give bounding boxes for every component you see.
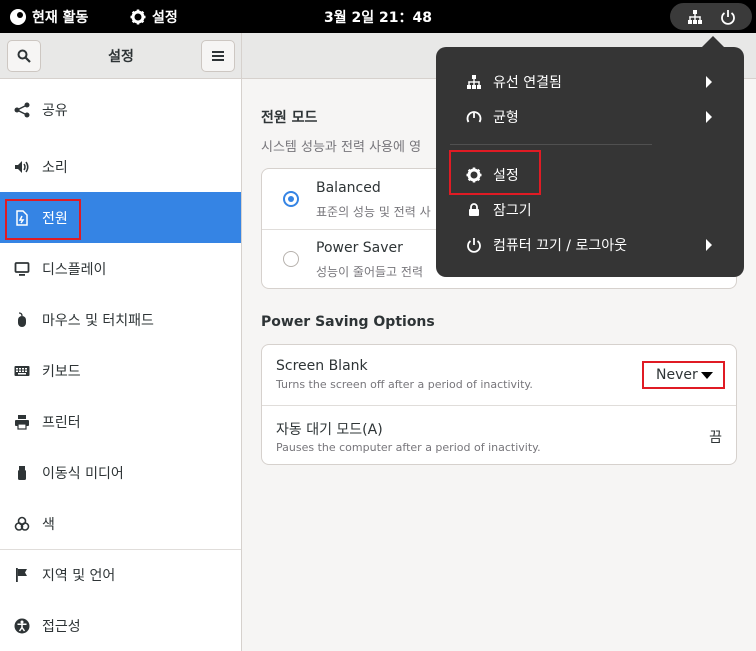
flag-icon	[14, 567, 30, 583]
sidebar-item-color[interactable]: 색	[0, 498, 241, 549]
submenu-arrow-icon	[706, 239, 712, 251]
sidebar-item-sharing[interactable]: 공유	[0, 79, 241, 141]
sidebar-item-region-language[interactable]: 지역 및 언어	[0, 549, 241, 600]
sidebar-item-sound[interactable]: 소리	[0, 141, 241, 192]
power-icon	[466, 237, 482, 253]
caret-down-icon	[701, 372, 713, 379]
power-saver-desc: 성능이 줄어들고 전력	[316, 265, 423, 279]
gnome-logo-icon	[10, 8, 26, 25]
popup-pointer	[702, 36, 724, 47]
menu-separator	[450, 144, 652, 145]
network-wired-icon	[466, 74, 482, 90]
menu-item-label: 균형	[493, 109, 519, 126]
system-menu-popup: 유선 연결됨 균형 설정 잠그기 컴퓨터 끄기 / 로그아웃	[436, 47, 744, 277]
sidebar-item-label: 프린터	[42, 414, 81, 431]
menu-item-label: 컴퓨터 끄기 / 로그아웃	[493, 237, 627, 254]
monitor-icon	[14, 261, 30, 277]
screen-blank-label: Screen Blank	[276, 358, 368, 374]
activities-button[interactable]: 현재 활동	[10, 0, 88, 33]
power-saving-card: Screen Blank Turns the screen off after …	[261, 344, 737, 465]
sidebar-item-label: 색	[42, 516, 55, 533]
app-name: 설정	[152, 9, 178, 26]
menu-item-power-profile[interactable]: 균형	[436, 99, 744, 134]
sidebar-item-power[interactable]: 전원	[0, 192, 241, 243]
sidebar-item-label: 전원	[42, 210, 68, 227]
sidebar-item-label: 디스플레이	[42, 261, 107, 278]
color-icon	[14, 516, 30, 532]
highlight-box-settings	[449, 150, 541, 195]
screen-blank-row: Screen Blank Turns the screen off after …	[262, 345, 736, 406]
sidebar-item-label: 접근성	[42, 618, 81, 635]
sidebar-item-label: 지역 및 언어	[42, 568, 116, 584]
auto-suspend-label: 자동 대기 모드(A)	[276, 422, 383, 438]
power-saving-title: Power Saving Options	[261, 314, 435, 330]
sidebar-item-keyboard[interactable]: 키보드	[0, 345, 241, 396]
sidebar-item-accessibility[interactable]: 접근성	[0, 600, 241, 651]
balanced-desc: 표준의 성능 및 전력 사	[316, 205, 431, 219]
clock[interactable]: 3월 2일 21：48	[324, 7, 432, 27]
app-menu-button[interactable]: 설정	[130, 0, 178, 33]
power-mode-title: 전원 모드	[261, 110, 318, 126]
sidebar-item-label: 공유	[42, 103, 68, 119]
sidebar-item-mouse[interactable]: 마우스 및 터치패드	[0, 294, 241, 345]
menu-item-label: 잠그기	[493, 202, 532, 219]
menu-item-wired[interactable]: 유선 연결됨	[436, 64, 744, 99]
speaker-icon	[14, 159, 30, 175]
lock-icon	[466, 202, 482, 218]
sidebar-item-label: 소리	[42, 159, 68, 176]
search-button[interactable]	[7, 40, 41, 72]
menu-item-label: 유선 연결됨	[493, 74, 562, 91]
sidebar: 공유 소리 전원 디스플레이 마우스 및 터치패드 키보드 프린터 이동식 미디…	[0, 79, 242, 651]
menu-item-lock[interactable]: 잠그기	[436, 192, 744, 227]
screen-blank-dropdown[interactable]: Never	[642, 361, 725, 389]
sidebar-item-label: 마우스 및 터치패드	[42, 312, 154, 329]
sidebar-item-label: 이동식 미디어	[42, 465, 124, 482]
network-wired-icon	[687, 9, 702, 24]
usb-drive-icon	[14, 465, 30, 481]
screen-blank-desc: Turns the screen off after a period of i…	[276, 378, 533, 391]
activities-label: 현재 활동	[32, 9, 89, 26]
power-icon	[720, 9, 735, 25]
hamburger-menu-icon	[212, 51, 224, 61]
sidebar-title: 설정	[108, 49, 134, 65]
sidebar-header: 설정	[0, 33, 242, 79]
top-bar: 현재 활동 설정 3월 2일 21：48	[0, 0, 756, 33]
screen-blank-value: Never	[656, 367, 698, 383]
share-icon	[14, 102, 30, 118]
search-icon	[17, 49, 31, 63]
accessibility-icon	[14, 618, 30, 634]
power-mode-subtitle: 시스템 성능과 전력 사용에 영	[261, 140, 422, 155]
power-saver-radio[interactable]	[283, 251, 299, 267]
power-profile-icon	[466, 109, 482, 125]
sidebar-item-removable-media[interactable]: 이동식 미디어	[0, 447, 241, 498]
balanced-label: Balanced	[316, 180, 381, 196]
power-saver-label: Power Saver	[316, 240, 403, 256]
auto-suspend-desc: Pauses the computer after a period of in…	[276, 441, 541, 454]
printer-icon	[14, 414, 30, 430]
sidebar-item-label: 키보드	[42, 363, 81, 380]
keyboard-icon	[14, 363, 30, 379]
auto-suspend-value: 끔	[709, 430, 722, 446]
auto-suspend-row[interactable]: 자동 대기 모드(A) Pauses the computer after a …	[262, 406, 736, 464]
sidebar-item-display[interactable]: 디스플레이	[0, 243, 241, 294]
sidebar-item-printers[interactable]: 프린터	[0, 396, 241, 447]
system-status-menu[interactable]	[670, 3, 752, 30]
submenu-arrow-icon	[706, 111, 712, 123]
submenu-arrow-icon	[706, 76, 712, 88]
mouse-icon	[14, 311, 30, 328]
gear-icon	[130, 9, 146, 24]
power-plug-icon	[14, 209, 30, 226]
menu-item-power-off[interactable]: 컴퓨터 끄기 / 로그아웃	[436, 227, 744, 262]
primary-menu-button[interactable]	[201, 40, 235, 72]
balanced-radio[interactable]	[283, 191, 299, 207]
